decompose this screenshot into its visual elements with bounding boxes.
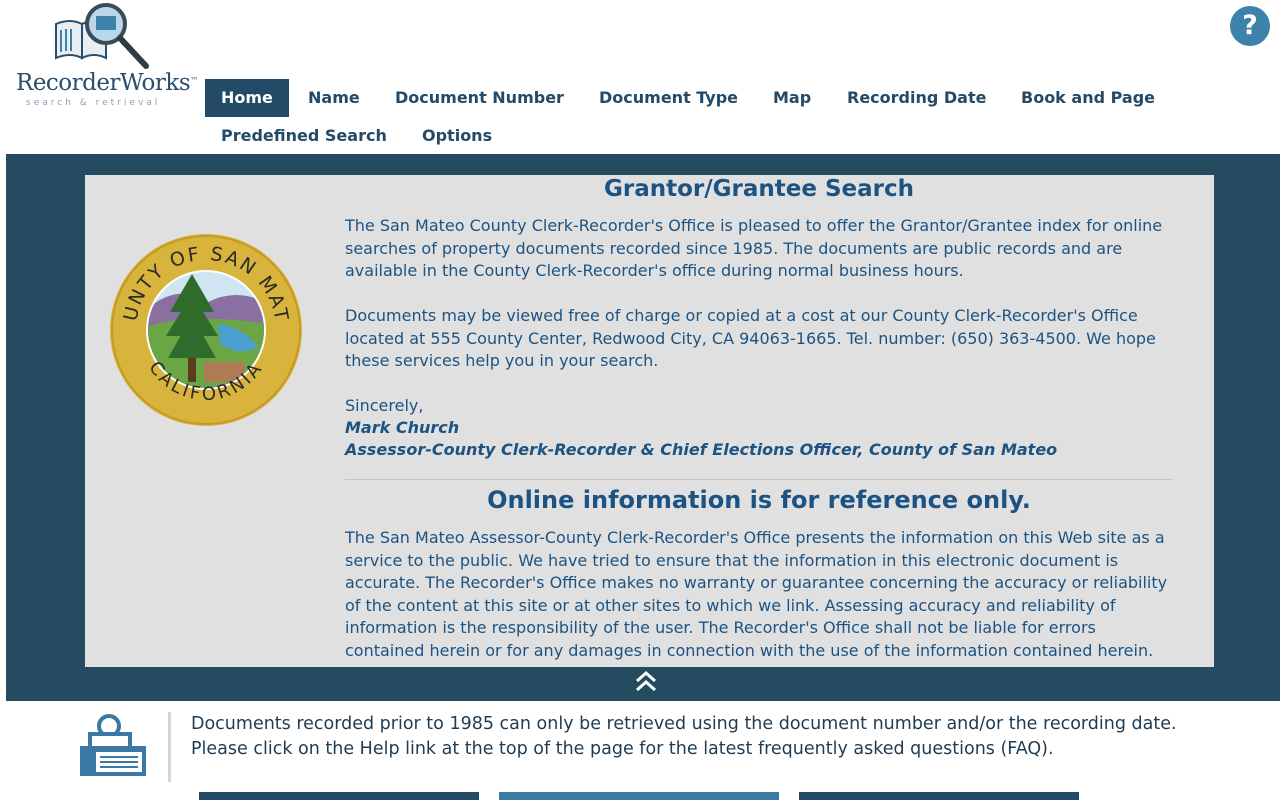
signature-title: Assessor-County Clerk-Recorder & Chief E… [345, 440, 1058, 459]
intro-paragraph: The San Mateo County Clerk-Recorder's Of… [345, 216, 1163, 280]
main-panel: COUNTY OF SAN MATEO CALIFORNIA Grantor/G… [6, 154, 1280, 701]
nav-document-number[interactable]: Document Number [379, 79, 580, 117]
disclaimer-text: The San Mateo Assessor-County Clerk-Reco… [345, 528, 1168, 660]
bottom-button-3[interactable] [799, 792, 1079, 800]
notice-divider [168, 712, 171, 782]
nav-recording-date[interactable]: Recording Date [831, 79, 1002, 117]
divider [345, 479, 1173, 480]
nav-home[interactable]: Home [205, 79, 289, 117]
bottom-button-2[interactable] [499, 792, 779, 800]
notice-text: Documents recorded prior to 1985 can onl… [191, 712, 1261, 762]
page-title: Grantor/Grantee Search [603, 176, 914, 202]
logo-wordmark: RecorderWorks™ [16, 70, 198, 96]
signature-name: Mark Church [345, 418, 460, 437]
location-paragraph: Documents may be viewed free of charge o… [345, 306, 1156, 370]
logo-tagline: search & retrieval [26, 98, 161, 108]
nav-book-and-page[interactable]: Book and Page [1005, 79, 1171, 117]
nav-options[interactable]: Options [406, 117, 508, 155]
nav-map[interactable]: Map [757, 79, 827, 117]
disclaimer-title: Online information is for reference only… [487, 486, 1031, 514]
scroll-up-icon[interactable] [634, 670, 658, 694]
book-magnifier-icon [55, 3, 149, 69]
nav-predefined-search[interactable]: Predefined Search [205, 117, 403, 155]
bottom-button-1[interactable] [199, 792, 479, 800]
content-card: COUNTY OF SAN MATEO CALIFORNIA Grantor/G… [85, 175, 1214, 667]
closing-text: Sincerely, [345, 396, 424, 415]
notice-line-1: Documents recorded prior to 1985 can onl… [191, 714, 1177, 734]
recorderworks-logo[interactable]: RecorderWorks™ search & retrieval [8, 2, 198, 108]
header: RecorderWorks™ search & retrieval ? Home… [0, 0, 1280, 155]
document-scanner-icon [80, 714, 146, 776]
notice-line-2: Please click on the Help link at the top… [191, 739, 1054, 759]
nav-document-type[interactable]: Document Type [583, 79, 754, 117]
nav-name[interactable]: Name [292, 79, 376, 117]
county-seal-image: COUNTY OF SAN MATEO CALIFORNIA [108, 232, 302, 426]
help-button[interactable]: ? [1230, 6, 1270, 46]
